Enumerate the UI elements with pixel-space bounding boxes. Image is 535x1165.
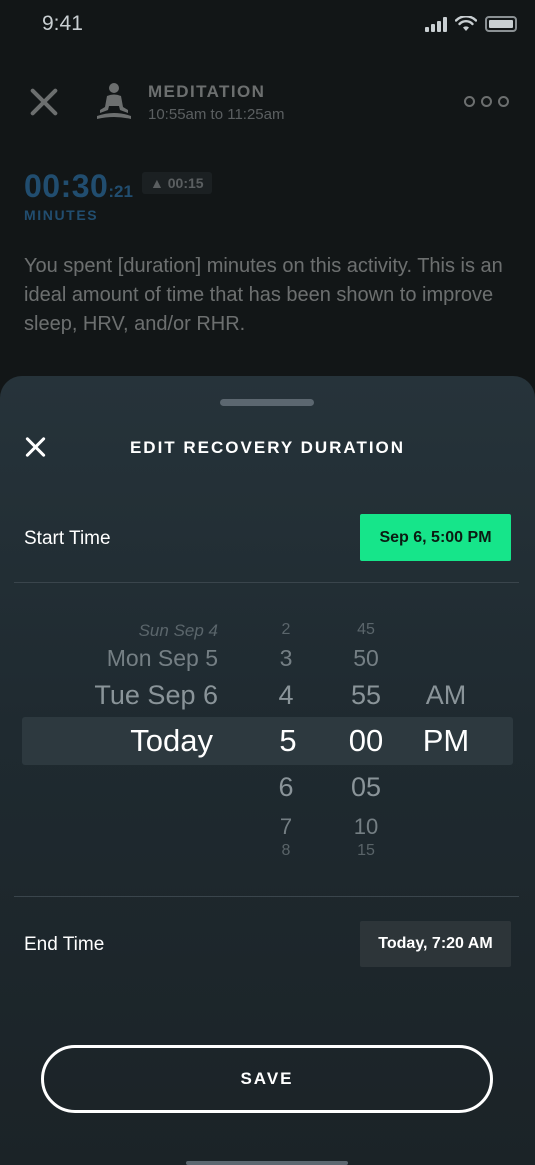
activity-title: MEDITATION	[148, 82, 266, 101]
status-time: 9:41	[42, 12, 83, 35]
picker-minute-item[interactable]: 05	[336, 772, 396, 803]
picker-hour-item[interactable]: 7	[266, 814, 306, 840]
edit-duration-sheet: EDIT RECOVERY DURATION Start Time Sep 6,…	[0, 376, 535, 1165]
picker-minute-item[interactable]: 10	[336, 814, 396, 840]
picker-hour-item[interactable]: 2	[266, 621, 306, 639]
picker-hour-item[interactable]: 4	[266, 680, 306, 711]
sheet-title: EDIT RECOVERY DURATION	[129, 438, 406, 457]
activity-time-range: 10:55am to 11:25am	[148, 106, 285, 123]
duration-display: 00:30:21 ▲ 00:15	[24, 168, 212, 205]
sheet-grabber[interactable]	[220, 399, 314, 406]
picker-date-item[interactable]: Mon Sep 5	[107, 645, 218, 672]
start-time-label: Start Time	[24, 528, 111, 549]
picker-date-selected[interactable]: Today	[130, 723, 213, 759]
wifi-icon	[455, 16, 477, 31]
picker-minute-item[interactable]: 45	[336, 621, 396, 639]
picker-hour-item[interactable]: 3	[266, 645, 306, 672]
divider	[14, 896, 519, 897]
meditation-icon	[97, 83, 131, 119]
picker-minute-selected[interactable]: 00	[332, 723, 400, 759]
duration-delta-badge: ▲ 00:15	[142, 172, 212, 194]
activity-header: MEDITATION 10:55am to 11:25am	[0, 80, 535, 128]
picker-minute-item[interactable]: 55	[336, 680, 396, 711]
datetime-picker[interactable]: Sun Sep 4 Mon Sep 5 Tue Sep 6 Today 2 3 …	[0, 606, 535, 871]
status-icons	[425, 16, 517, 32]
picker-date-item[interactable]: Tue Sep 6	[94, 680, 218, 711]
battery-icon	[485, 16, 517, 32]
save-button[interactable]: SAVE	[41, 1045, 493, 1113]
picker-minute-item[interactable]: 15	[336, 842, 396, 860]
divider	[14, 582, 519, 583]
close-icon[interactable]	[28, 86, 60, 118]
picker-date-item[interactable]: Sun Sep 4	[139, 621, 218, 641]
duration-value: 00:30	[24, 168, 109, 204]
activity-description: You spent [duration] minutes on this act…	[24, 255, 503, 335]
picker-ampm-selected[interactable]: PM	[414, 723, 478, 759]
end-time-button[interactable]: Today, 7:20 AM	[360, 921, 511, 967]
duration-unit: MINUTES	[24, 207, 99, 223]
duration-seconds: :21	[108, 182, 133, 201]
start-time-button[interactable]: Sep 6, 5:00 PM	[360, 514, 511, 561]
picker-hour-item[interactable]: 8	[266, 842, 306, 860]
picker-hour-selected[interactable]: 5	[266, 723, 310, 759]
picker-minute-item[interactable]: 50	[336, 645, 396, 672]
picker-hour-item[interactable]: 6	[266, 772, 306, 803]
more-options-icon[interactable]	[464, 96, 509, 107]
picker-ampm-item[interactable]: AM	[416, 680, 476, 711]
signal-icon	[425, 16, 447, 32]
status-bar: 9:41	[0, 0, 535, 50]
home-indicator	[186, 1161, 348, 1165]
end-time-label: End Time	[24, 934, 105, 955]
